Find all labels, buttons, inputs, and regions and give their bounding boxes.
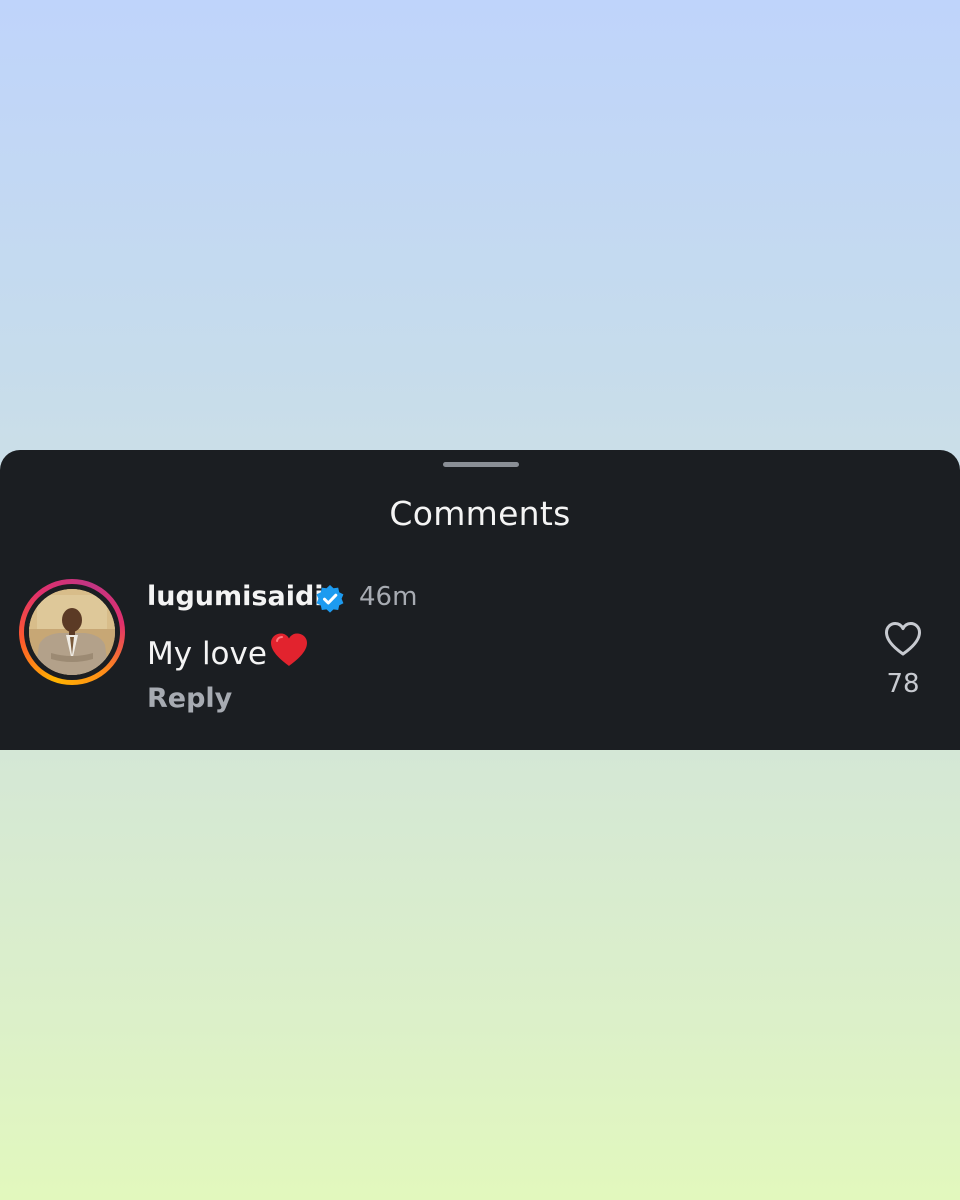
sheet-title: Comments [389,494,571,533]
heart-outline-icon[interactable] [883,620,923,658]
verified-badge-icon [316,585,344,613]
comment-body: My love [147,632,309,672]
avatar-story-ring[interactable] [19,579,125,685]
reply-button[interactable]: Reply [147,683,232,714]
like-count: 78 [886,669,920,699]
comment-username[interactable]: lugumisaidi [147,581,324,612]
avatar[interactable] [29,589,115,675]
comment-text: My love [147,636,267,672]
red-heart-emoji-icon [270,633,307,666]
comments-sheet: Comments lugumisaidi 46m My love Reply 7… [0,450,960,750]
drag-handle[interactable] [443,462,519,467]
comment-timestamp: 46m [359,582,418,612]
